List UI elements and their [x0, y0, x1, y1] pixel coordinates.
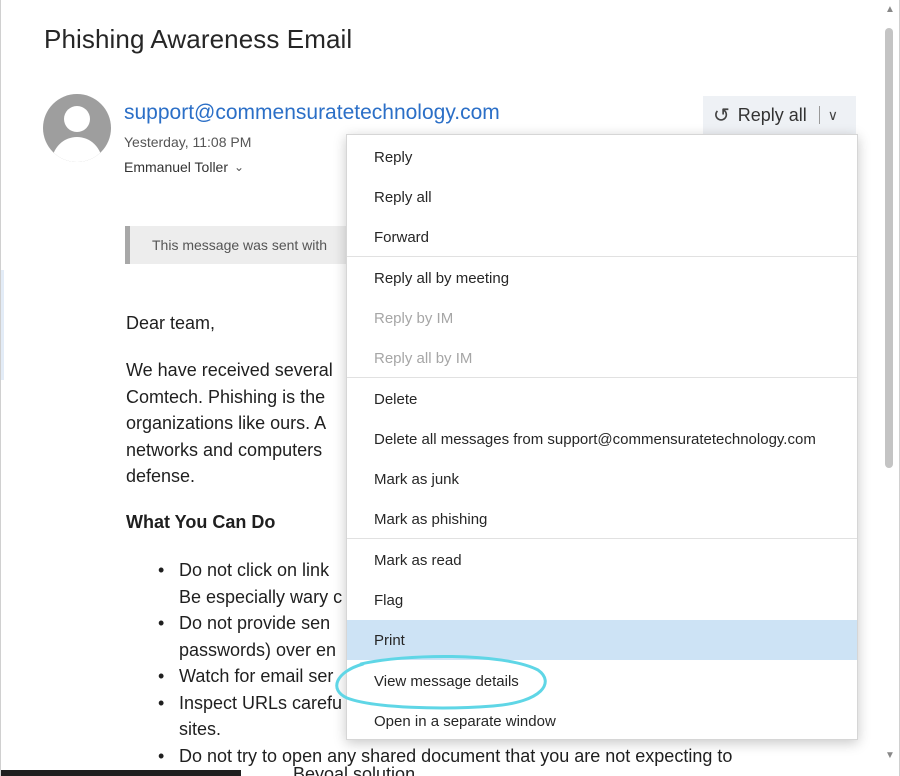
email-paragraph: We have received several Comtech. Phishi…: [126, 357, 333, 490]
menu-divider: [347, 538, 857, 539]
double-chevron-down-icon[interactable]: ⌄: [234, 160, 244, 174]
vertical-scrollbar[interactable]: ▲ ▼: [881, 0, 900, 776]
security-banner: This message was sent with: [125, 226, 365, 264]
recipient-name: Emmanuel Toller: [124, 159, 229, 175]
section-heading: What You Can Do: [126, 512, 276, 532]
menu-item-reply-by-im: Reply by IM: [374, 309, 454, 327]
menu-item-open-in-a-separate-window[interactable]: Open in a separate window: [347, 701, 857, 741]
scroll-down-icon[interactable]: ▼: [885, 750, 895, 761]
chevron-down-icon[interactable]: ∨: [828, 107, 838, 124]
menu-item-print[interactable]: Print: [347, 620, 857, 660]
menu-item-delete[interactable]: Delete: [347, 379, 857, 419]
menu-item-mark-as-phishing[interactable]: Mark as phishing: [347, 499, 857, 539]
menu-item-delete-all-messages-from-support-commensuratetechnology-com[interactable]: Delete all messages from support@commens…: [347, 419, 857, 459]
reply-all-button[interactable]: ↺ Reply all ∨: [703, 96, 856, 134]
avatar-body: [52, 137, 102, 162]
scroll-thumb[interactable]: [885, 28, 893, 468]
sender-address[interactable]: support@commensuratetechnology.com: [124, 101, 500, 125]
banner-text: This message was sent with: [152, 237, 328, 253]
menu-divider: [347, 377, 857, 378]
taskbar-edge: [1, 770, 241, 776]
reply-all-label: Reply all: [737, 104, 807, 125]
avatar-head: [64, 106, 90, 132]
recipient-line[interactable]: Emmanuel Toller ⌄: [124, 159, 244, 175]
sent-time: Yesterday, 11:08 PM: [124, 134, 252, 150]
menu-item-forward[interactable]: Forward: [347, 217, 857, 257]
paragraph-line: defense.: [126, 466, 196, 486]
list-item-line: Do not try to open any shared document t…: [179, 745, 733, 766]
reply-all-icon: ↺: [713, 104, 730, 127]
scroll-up-icon[interactable]: ▲: [885, 4, 895, 15]
menu-item-reply-all[interactable]: Reply all: [347, 177, 857, 217]
menu-item-reply-all-by-meeting[interactable]: Reply all by meeting: [347, 258, 857, 298]
reply-options-menu: Reply Reply all Forward Reply all by meetin…: [346, 134, 858, 740]
menu-item-mark-as-junk[interactable]: Mark as junk: [347, 459, 857, 499]
cut-off-text: Beyoal solution: [293, 764, 416, 776]
menu-item-reply[interactable]: Reply: [347, 137, 857, 177]
paragraph-line: Comtech. Phishing is the: [126, 386, 326, 407]
button-separator: [818, 106, 820, 124]
menu-item-flag[interactable]: Flag: [347, 580, 857, 620]
sender-avatar[interactable]: [43, 94, 111, 162]
menu-divider: [347, 256, 857, 257]
email-greeting: Dear team,: [126, 313, 216, 333]
paragraph-line: organizations like ours. A: [126, 413, 327, 433]
paragraph-line: We have received several: [126, 360, 333, 380]
menu-item-reply-all-by-im: Reply all by IM: [374, 349, 473, 367]
email-subject: Phishing Awareness Email: [44, 24, 353, 54]
list-item: Do not try to open any shared document t…: [126, 743, 732, 770]
left-edge-accent: [1, 270, 4, 380]
menu-item-view-message-details[interactable]: View message details: [347, 661, 857, 701]
menu-item-mark-as-read[interactable]: Mark as read: [347, 540, 857, 580]
paragraph-line: networks and computers: [126, 439, 323, 460]
